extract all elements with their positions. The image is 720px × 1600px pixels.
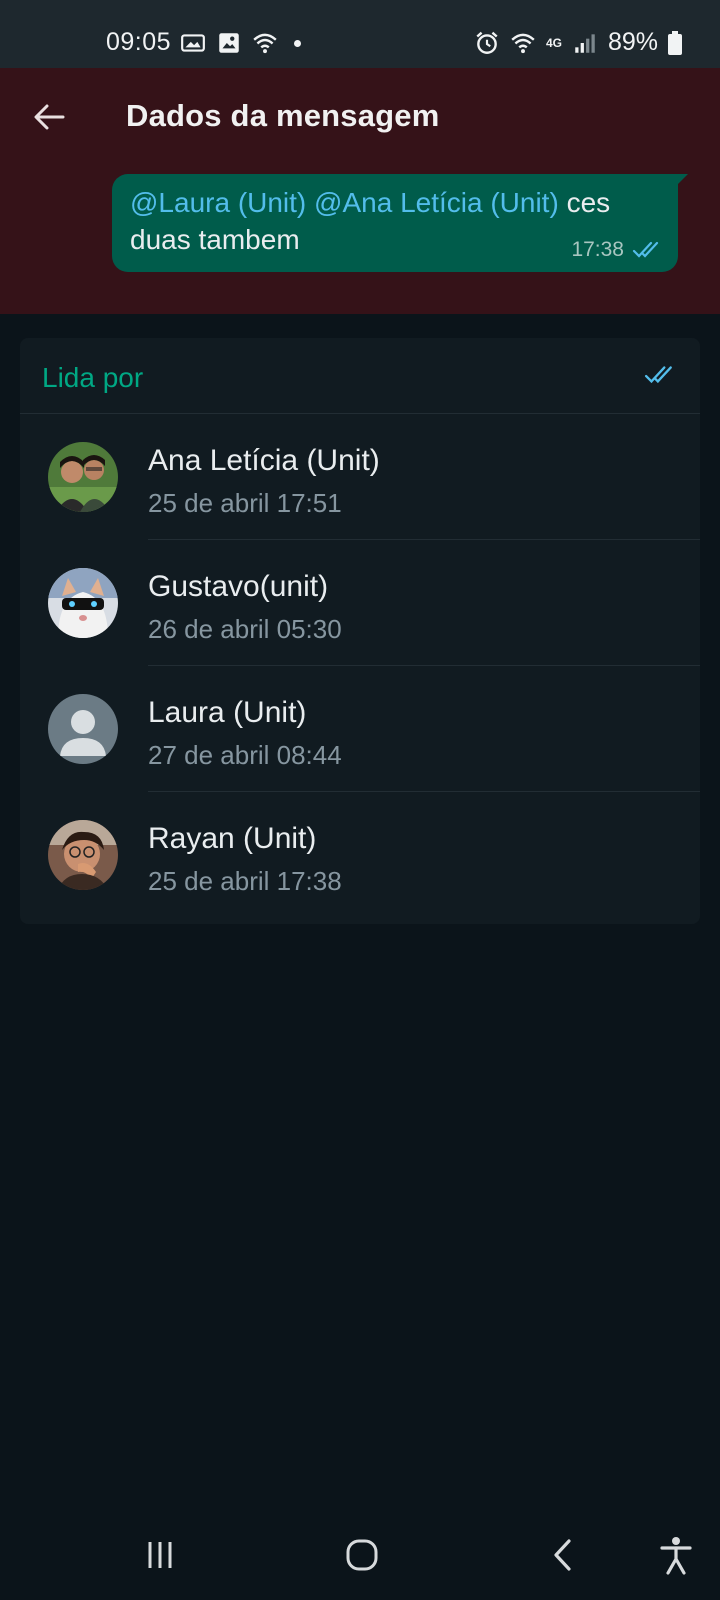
reader-name: Laura (Unit) <box>148 696 307 729</box>
read-time: 25 de abril 17:38 <box>148 866 342 896</box>
battery-icon <box>668 30 682 55</box>
mention-laura[interactable]: @Laura (Unit) <box>130 187 306 218</box>
read-by-row[interactable]: Laura (Unit) 27 de abril 08:44 <box>20 666 700 792</box>
read-by-card: Lida por Ana Letícia (Unit) 25 de abril … <box>20 338 700 924</box>
read-by-label: Lida por <box>42 362 144 393</box>
default-avatar-icon <box>48 694 118 764</box>
reader-name: Ana Letícia (Unit) <box>148 444 380 477</box>
message-text-line-2: duas tambem <box>130 224 300 255</box>
accessibility-icon <box>660 1537 692 1575</box>
gallery-notification-icon <box>181 34 205 52</box>
status-time: 09:05 <box>106 28 172 56</box>
back-nav-button[interactable] <box>533 1530 593 1580</box>
battery-percentage: 89% <box>607 28 658 56</box>
read-by-row[interactable]: Rayan (Unit) 25 de abril 17:38 <box>20 792 700 918</box>
recent-apps-button[interactable] <box>130 1530 190 1580</box>
read-by-header: Lida por <box>20 338 700 414</box>
screen: 09:05 4G 89% Dados da mensagem @Laura (U… <box>0 0 720 1600</box>
signal-icon <box>575 33 595 53</box>
accessibility-button[interactable] <box>646 1530 706 1580</box>
avatar <box>48 568 118 638</box>
status-bar: 09:05 4G 89% <box>0 0 720 68</box>
read-time: 26 de abril 05:30 <box>148 614 342 644</box>
mention-ana-leticia[interactable]: @Ana Letícia (Unit) <box>314 187 559 218</box>
arrow-left-icon <box>34 104 65 130</box>
message-time: 17:38 <box>571 238 624 261</box>
alarm-icon <box>476 31 498 54</box>
header: Dados da mensagem @Laura (Unit) @Ana Let… <box>0 68 720 314</box>
network-type-label: 4G <box>545 35 562 50</box>
read-by-row[interactable]: Gustavo(unit) 26 de abril 05:30 <box>20 540 700 666</box>
message-text-part: ces <box>558 187 611 218</box>
system-nav-bar <box>0 1510 720 1600</box>
bubble-tail <box>674 174 688 188</box>
reader-name: Gustavo(unit) <box>148 570 329 603</box>
avatar <box>48 820 118 890</box>
message-meta: 17:38 <box>571 238 662 262</box>
page-title: Dados da mensagem <box>126 98 440 133</box>
home-button[interactable] <box>332 1530 392 1580</box>
back-button[interactable] <box>28 96 70 138</box>
status-right-icons: 4G 89% <box>474 28 682 57</box>
read-by-row[interactable]: Ana Letícia (Unit) 25 de abril 17:51 <box>20 414 700 540</box>
notification-icons <box>180 30 301 56</box>
back-chevron-icon <box>554 1539 571 1571</box>
read-time: 27 de abril 08:44 <box>148 740 342 770</box>
wifi-icon <box>511 33 535 53</box>
double-check-icon <box>644 366 672 384</box>
image-notification-icon <box>219 33 239 53</box>
double-check-icon <box>632 241 659 258</box>
avatar <box>48 442 118 512</box>
recent-apps-icon <box>148 1542 172 1568</box>
more-notifications-dot <box>294 39 301 47</box>
message-bubble[interactable]: @Laura (Unit) @Ana Letícia (Unit) ces du… <box>112 174 688 272</box>
wifi-notification-icon <box>253 33 277 54</box>
read-time: 25 de abril 17:51 <box>148 488 342 518</box>
home-icon <box>346 1539 378 1571</box>
reader-name: Rayan (Unit) <box>148 822 317 855</box>
